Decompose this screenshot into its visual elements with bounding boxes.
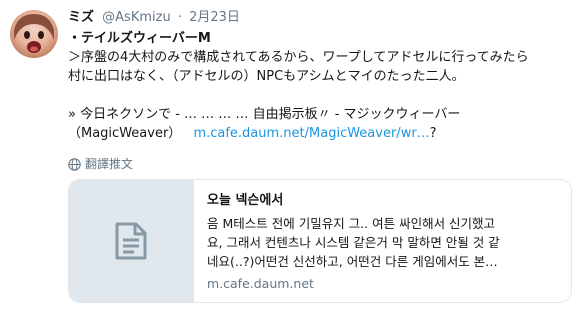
card-body: 오늘 넥슨에서 음 M테스트 전에 기밀유지 그.. 여튼 싸인해서 신기했고 …: [207, 192, 561, 293]
document-icon: [115, 222, 147, 260]
tweet-line-with-link: （MagicWeaver） m.cafe.daum.net/MagicWeave…: [68, 124, 580, 143]
tweet-line-text: （MagicWeaver）: [68, 126, 182, 141]
globe-icon: [68, 157, 81, 171]
card-description-line: 네요(..?)어떤건 신선하고, 어떤건 다른 게임에서도 본…: [207, 254, 498, 269]
tweet-line: » 今日ネクソンで - … … … … 自由掲示板〃 - マジックウィーバー: [68, 107, 461, 122]
avatar[interactable]: [10, 10, 58, 58]
tweet-line-title: ・テイルズウィーバーM: [68, 31, 211, 46]
card-thumbnail: [69, 180, 194, 302]
tweet-header: ミズ @AsKmizu · 2月23日: [68, 9, 240, 27]
tweet-link[interactable]: m.cafe.daum.net/MagicWeaver/wr…: [193, 126, 429, 141]
translate-label: 翻譯推文: [85, 157, 134, 171]
tweet-line: 村に出口はなく、（アドセルの）NPCもアシムとマイのたった二人。: [68, 69, 465, 84]
translate-tweet-button[interactable]: 翻譯推文: [68, 156, 133, 172]
tweet-trailing-text: ?: [429, 126, 437, 141]
user-handle[interactable]: @AsKmizu: [102, 10, 171, 25]
tweet-line-gap: [68, 86, 580, 105]
card-title: 오늘 넥슨에서: [207, 193, 284, 208]
header-separator: ·: [177, 10, 182, 25]
display-name[interactable]: ミズ: [68, 10, 94, 25]
card-description-line: 음 M테스트 전에 기밀유지 그.. 여튼 싸인해서 신기했고: [207, 216, 496, 231]
tweet-date[interactable]: 2月23日: [189, 10, 240, 25]
tweet-line: ＞序盤の4大村のみで構成されてあるから、ワープしてアドセルに行ってみたら: [68, 50, 529, 65]
card-description: 음 M테스트 전에 기밀유지 그.. 여튼 싸인해서 신기했고 요, 그래서 컨…: [207, 214, 561, 271]
card-domain: m.cafe.daum.net: [207, 276, 314, 291]
link-preview-card[interactable]: 오늘 넥슨에서 음 M테스트 전에 기밀유지 그.. 여튼 싸인해서 신기했고 …: [68, 179, 572, 303]
card-description-line: 요, 그래서 컨텐츠나 시스템 같은거 막 말하면 안될 것 같: [207, 235, 500, 250]
tweet-text: ・テイルズウィーバーM ＞序盤の4大村のみで構成されてあるから、ワープしてアドセ…: [68, 29, 580, 143]
